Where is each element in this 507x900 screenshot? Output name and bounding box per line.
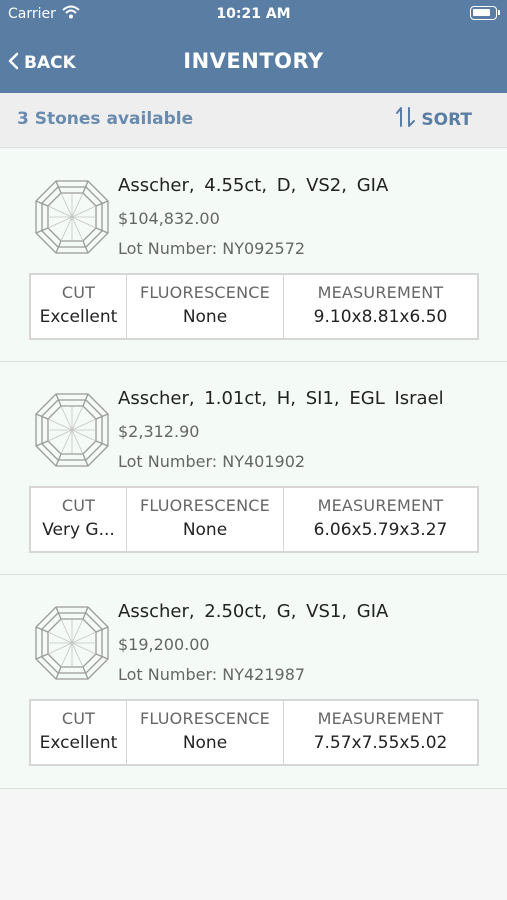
asscher-diamond-icon	[35, 606, 109, 680]
spec-fluorescence-value: None	[182, 733, 228, 753]
spec-cut: CUT Excellent	[31, 275, 127, 338]
asscher-diamond-icon	[35, 180, 109, 254]
stone-card[interactable]: Asscher, 2.50ct, G, VS1, GIA $19,200.00 …	[0, 575, 507, 789]
spec-fluorescence-label: FLUORESCENCE	[140, 283, 270, 302]
clock: 10:21 AM	[216, 6, 291, 22]
spec-cut-label: CUT	[61, 709, 96, 728]
sort-label: SORT	[421, 109, 472, 130]
spec-table: CUT Excellent FLUORESCENCE None MEASUREM…	[29, 699, 479, 766]
sort-button[interactable]: SORT	[395, 105, 472, 134]
lot-number: Lot Number: NY421987	[118, 665, 306, 684]
spec-fluorescence: FLUORESCENCE None	[127, 488, 284, 551]
spec-cut-value: Excellent	[39, 733, 118, 753]
spec-table: CUT Excellent FLUORESCENCE None MEASUREM…	[29, 273, 479, 340]
lot-number: Lot Number: NY401902	[118, 452, 306, 471]
page-title: INVENTORY	[183, 49, 324, 73]
spec-fluorescence-value: None	[182, 307, 228, 327]
stone-price: $19,200.00	[118, 635, 210, 654]
spec-cut-value: Excellent	[39, 307, 118, 327]
navigation-bar: Carrier 10:21 AM BACK INVENTORY	[0, 0, 507, 93]
spec-fluorescence-label: FLUORESCENCE	[140, 709, 270, 728]
spec-table: CUT Very G... FLUORESCENCE None MEASUREM…	[29, 486, 479, 553]
spec-cut-label: CUT	[61, 283, 96, 302]
asscher-diamond-icon	[35, 393, 109, 467]
sort-icon	[395, 105, 419, 134]
stone-price: $2,312.90	[118, 422, 200, 441]
spec-fluorescence-label: FLUORESCENCE	[140, 496, 270, 515]
spec-fluorescence-value: None	[182, 520, 228, 540]
spec-cut: CUT Excellent	[31, 701, 127, 764]
stone-list: Asscher, 4.55ct, D, VS2, GIA $104,832.00…	[0, 149, 507, 789]
spec-fluorescence: FLUORESCENCE None	[127, 275, 284, 338]
stone-card[interactable]: Asscher, 4.55ct, D, VS2, GIA $104,832.00…	[0, 149, 507, 362]
stone-count-label: 3 Stones available	[17, 109, 194, 129]
lot-number: Lot Number: NY092572	[118, 239, 306, 258]
spec-measurement: MEASUREMENT 6.06x5.79x3.27	[284, 488, 477, 551]
stone-name: Asscher, 1.01ct, H, SI1, EGL Israel	[118, 388, 444, 409]
stone-name: Asscher, 4.55ct, D, VS2, GIA	[118, 175, 389, 196]
spec-measurement-value: 7.57x7.55x5.02	[313, 733, 448, 753]
spec-measurement-value: 9.10x8.81x6.50	[313, 307, 448, 327]
spec-cut: CUT Very G...	[31, 488, 127, 551]
spec-measurement-label: MEASUREMENT	[317, 496, 444, 515]
spec-measurement-label: MEASUREMENT	[317, 283, 444, 302]
stone-price: $104,832.00	[118, 209, 220, 228]
stone-name: Asscher, 2.50ct, G, VS1, GIA	[118, 601, 389, 622]
spec-measurement: MEASUREMENT 7.57x7.55x5.02	[284, 701, 477, 764]
spec-cut-value: Very G...	[42, 520, 115, 540]
spec-measurement: MEASUREMENT 9.10x8.81x6.50	[284, 275, 477, 338]
stone-card[interactable]: Asscher, 1.01ct, H, SI1, EGL Israel $2,3…	[0, 362, 507, 575]
spec-cut-label: CUT	[61, 496, 96, 515]
results-toolbar: 3 Stones available SORT	[0, 93, 507, 148]
battery-icon	[470, 6, 500, 20]
spec-measurement-label: MEASUREMENT	[317, 709, 444, 728]
spec-measurement-value: 6.06x5.79x3.27	[313, 520, 448, 540]
status-bar: Carrier 10:21 AM	[0, 0, 507, 28]
spec-fluorescence: FLUORESCENCE None	[127, 701, 284, 764]
